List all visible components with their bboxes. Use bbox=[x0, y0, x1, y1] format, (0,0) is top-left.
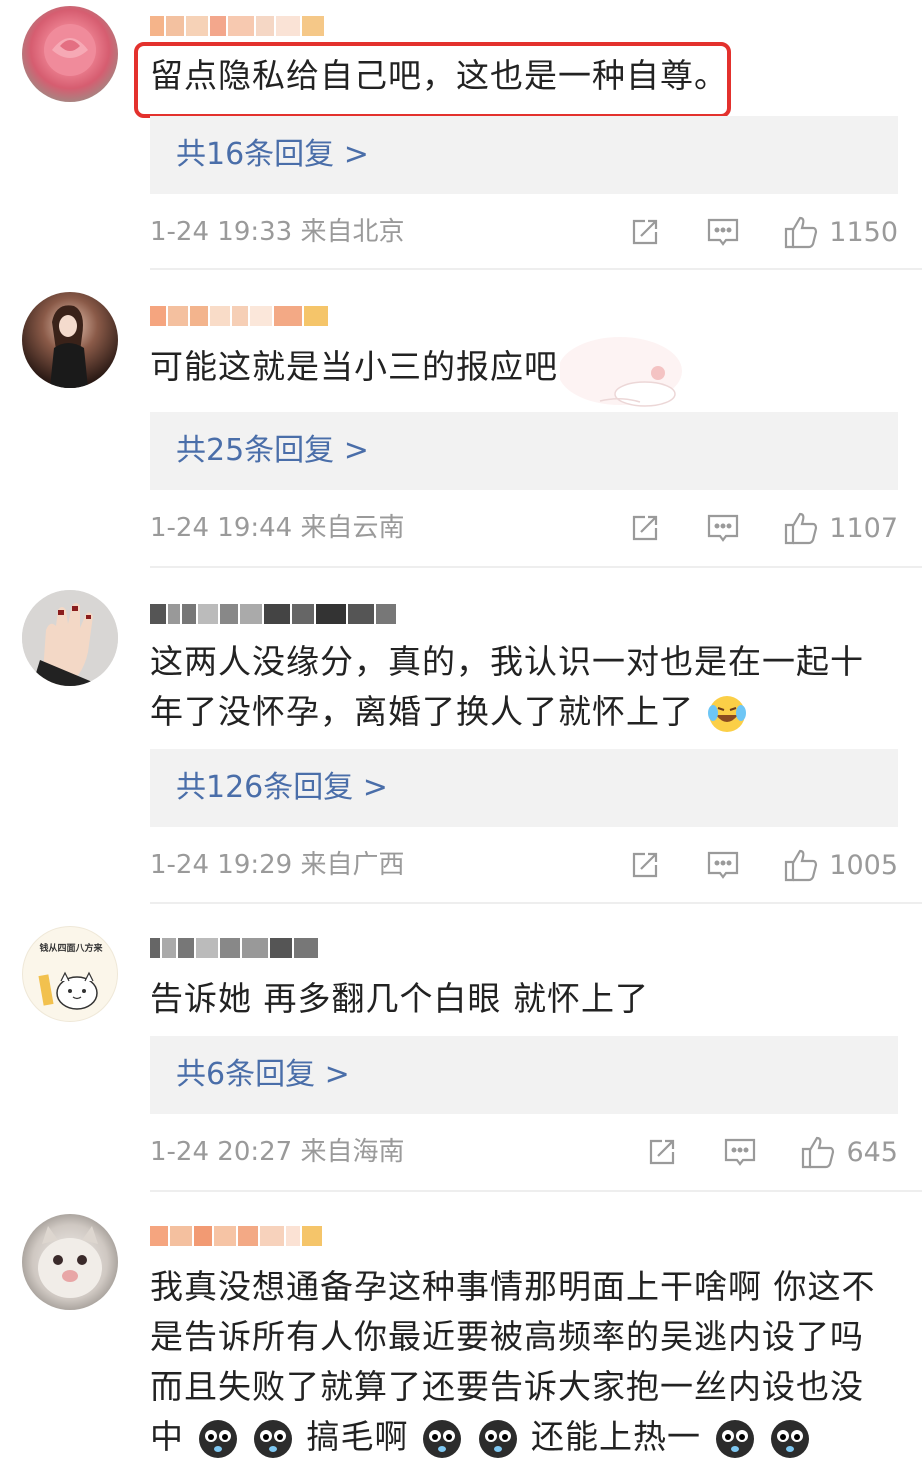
comment-actions: 645 bbox=[642, 1132, 898, 1172]
comment-time: 1-24 20:27 bbox=[150, 1137, 293, 1167]
comment-actions: 1150 bbox=[625, 212, 898, 252]
comment-icon[interactable] bbox=[720, 1132, 760, 1172]
username-blurred[interactable] bbox=[150, 1222, 322, 1250]
replies-label: 共16条回复 > bbox=[176, 137, 369, 172]
comment-meta: 1-24 19:29 来自广西 bbox=[150, 845, 404, 885]
like-count: 1150 bbox=[829, 216, 898, 248]
share-icon[interactable] bbox=[642, 1132, 682, 1172]
comment-text-line: 年了没怀孕，离婚了换人了就怀上了 bbox=[150, 687, 748, 737]
comment-meta: 1-24 20:27 来自海南 bbox=[150, 1132, 404, 1172]
username-blurred[interactable] bbox=[150, 600, 396, 628]
crying-emoji bbox=[715, 1419, 754, 1458]
rose-image bbox=[44, 24, 96, 76]
like-icon[interactable] bbox=[781, 212, 821, 252]
comment-time: 1-24 19:33 bbox=[150, 217, 293, 247]
divider bbox=[150, 1190, 922, 1192]
divider bbox=[150, 268, 922, 270]
sticker-decoration bbox=[560, 337, 682, 407]
comment-location: 来自北京 bbox=[300, 217, 405, 247]
text-part: 中 bbox=[150, 1417, 184, 1456]
like-count: 645 bbox=[846, 1136, 898, 1168]
replies-label: 共6条回复 > bbox=[176, 1057, 350, 1092]
user-avatar[interactable] bbox=[22, 590, 118, 686]
comment-text-line: 我真没想通备孕这种事情那明面上干啥啊 你这不 bbox=[150, 1267, 876, 1306]
comment-text-line: 是告诉所有人你最近要被高频率的吴逃内设了吗 bbox=[150, 1317, 864, 1356]
comment-location: 来自广西 bbox=[300, 850, 405, 880]
username-blurred[interactable] bbox=[150, 302, 328, 330]
comment-location: 来自海南 bbox=[300, 1137, 405, 1167]
like-count: 1107 bbox=[829, 512, 898, 544]
hand-image bbox=[22, 590, 118, 686]
comment-location: 来自云南 bbox=[300, 513, 405, 543]
replies-button[interactable]: 共126条回复 > bbox=[150, 749, 898, 827]
share-icon[interactable] bbox=[625, 212, 665, 252]
username-blurred[interactable] bbox=[150, 12, 324, 40]
laugh-cry-emoji bbox=[707, 695, 746, 732]
comment-meta: 1-24 19:44 来自云南 bbox=[150, 508, 404, 548]
user-avatar[interactable] bbox=[22, 292, 118, 388]
comment-icon[interactable] bbox=[703, 508, 743, 548]
comment-text: 留点隐私给自己吧，这也是一种自尊。 bbox=[150, 56, 728, 95]
comment-icon[interactable] bbox=[703, 212, 743, 252]
like-icon[interactable] bbox=[781, 845, 821, 885]
replies-button[interactable]: 共25条回复 > bbox=[150, 412, 898, 490]
comment-actions: 1107 bbox=[625, 508, 898, 548]
like-count: 1005 bbox=[829, 849, 898, 881]
portrait-image bbox=[50, 305, 88, 388]
text-part: 还能上热一 bbox=[531, 1417, 701, 1456]
replies-label: 共25条回复 > bbox=[176, 433, 369, 468]
comment-text-line: 这两人没缘分，真的，我认识一对也是在一起十 bbox=[150, 642, 864, 681]
crying-emoji bbox=[478, 1419, 517, 1458]
crying-emoji bbox=[423, 1419, 461, 1458]
comment-time: 1-24 19:29 bbox=[150, 850, 293, 880]
comment-text: 可能这就是当小三的报应吧... bbox=[150, 347, 593, 386]
like-icon[interactable] bbox=[798, 1132, 838, 1172]
divider bbox=[150, 902, 922, 904]
crying-emoji bbox=[771, 1419, 809, 1458]
text-part: 搞毛啊 bbox=[306, 1417, 409, 1456]
replies-button[interactable]: 共6条回复 > bbox=[150, 1036, 898, 1114]
comment-meta: 1-24 19:33 来自北京 bbox=[150, 212, 404, 252]
comment-icon[interactable] bbox=[703, 845, 743, 885]
comment-text-line: 中 搞毛啊 还能上热一 bbox=[150, 1412, 812, 1462]
comment-text: 告诉她 再多翻几个白眼 就怀上了 bbox=[150, 979, 649, 1018]
crying-emoji bbox=[254, 1419, 292, 1458]
user-avatar[interactable] bbox=[22, 1214, 118, 1310]
share-icon[interactable] bbox=[625, 845, 665, 885]
user-avatar[interactable] bbox=[22, 6, 118, 102]
replies-button[interactable]: 共16条回复 > bbox=[150, 116, 898, 194]
username-blurred[interactable] bbox=[150, 934, 318, 962]
comment-time: 1-24 19:44 bbox=[150, 513, 293, 543]
cat-photo-image bbox=[38, 1226, 102, 1298]
replies-label: 共126条回复 > bbox=[176, 770, 388, 805]
comment-actions: 1005 bbox=[625, 845, 898, 885]
cat-sticker-image bbox=[38, 971, 98, 1010]
comment-text-line: 而且失败了就算了还要告诉大家抱一丝内设也没 bbox=[150, 1367, 864, 1406]
comment-text-line-content: 年了没怀孕，离婚了换人了就怀上了 bbox=[150, 692, 694, 731]
share-icon[interactable] bbox=[625, 508, 665, 548]
like-icon[interactable] bbox=[781, 508, 821, 548]
divider bbox=[150, 566, 922, 568]
crying-emoji bbox=[198, 1419, 237, 1458]
user-avatar[interactable]: 钱从四面八方来 bbox=[22, 926, 118, 1022]
